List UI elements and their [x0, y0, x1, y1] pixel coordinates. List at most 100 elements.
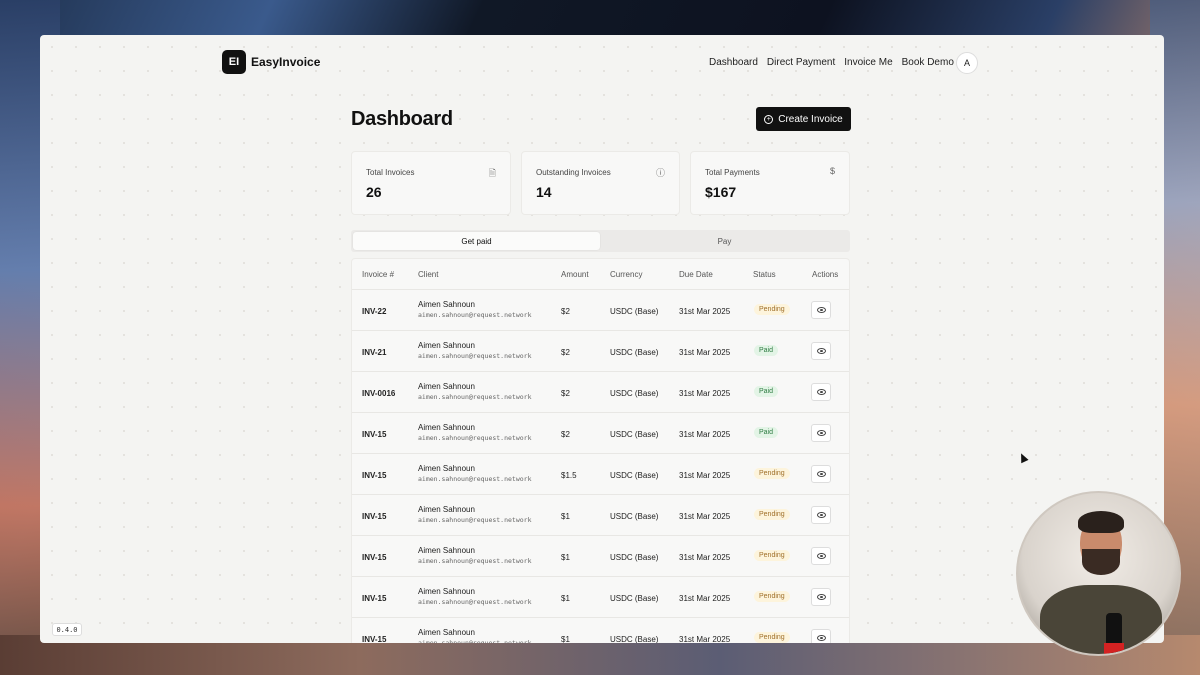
client-name: Aimen Sahnoun	[418, 505, 475, 514]
app-name[interactable]: EasyInvoice	[251, 55, 320, 69]
stat-value: 26	[366, 184, 382, 200]
avatar[interactable]: A	[956, 52, 978, 74]
table-row[interactable]: INV-21 Aimen Sahnoun aimen.sahnoun@request…	[352, 330, 849, 371]
status-badge: Pending	[754, 632, 790, 643]
presenter-beard	[1082, 549, 1120, 575]
client-email: aimen.sahnoun@request.network	[418, 475, 532, 483]
due-date: 31st Mar 2025	[679, 635, 731, 643]
column-header-due-date: Due Date	[679, 270, 713, 279]
due-date: 31st Mar 2025	[679, 430, 731, 439]
stat-card-total-payments: Total Payments $167 $	[690, 151, 850, 215]
status-badge: Pending	[754, 468, 790, 479]
client-name: Aimen Sahnoun	[418, 341, 475, 350]
eye-icon	[816, 553, 826, 559]
logo-icon[interactable]: EI	[222, 50, 246, 74]
client-name: Aimen Sahnoun	[418, 382, 475, 391]
eye-icon	[816, 389, 826, 395]
currency: USDC (Base)	[610, 635, 659, 643]
top-nav: EI EasyInvoice Dashboard Direct Payment …	[40, 35, 1164, 91]
eye-icon	[816, 307, 826, 313]
currency: USDC (Base)	[610, 553, 659, 562]
tabs: Get paid Pay	[351, 230, 850, 252]
table-row[interactable]: INV-0016 Aimen Sahnoun aimen.sahnoun@reque…	[352, 371, 849, 412]
invoice-number: INV-15	[362, 635, 387, 643]
client-name: Aimen Sahnoun	[418, 546, 475, 555]
view-invoice-button[interactable]	[811, 383, 831, 401]
nav-link-invoice-me[interactable]: Invoice Me	[844, 57, 892, 68]
table-row[interactable]: INV-15 Aimen Sahnoun aimen.sahnoun@request…	[352, 535, 849, 576]
tab-get-paid[interactable]: Get paid	[353, 232, 600, 250]
column-header-amount: Amount	[561, 270, 589, 279]
stat-value: $167	[705, 184, 737, 200]
table-row[interactable]: INV-15 Aimen Sahnoun aimen.sahnoun@request…	[352, 617, 849, 643]
table-row[interactable]: INV-15 Aimen Sahnoun aimen.sahnoun@request…	[352, 494, 849, 535]
amount: $1	[561, 553, 570, 562]
nav-link-book-demo[interactable]: Book Demo	[902, 57, 954, 68]
invoice-number: INV-21	[362, 348, 387, 357]
due-date: 31st Mar 2025	[679, 307, 731, 316]
amount: $2	[561, 307, 570, 316]
view-invoice-button[interactable]	[811, 465, 831, 483]
view-invoice-button[interactable]	[811, 506, 831, 524]
view-invoice-button[interactable]	[811, 301, 831, 319]
view-invoice-button[interactable]	[811, 342, 831, 360]
presenter-body	[1040, 585, 1162, 654]
nav-link-dashboard[interactable]: Dashboard	[709, 57, 758, 68]
currency: USDC (Base)	[610, 594, 659, 603]
eye-icon	[816, 348, 826, 354]
client-email: aimen.sahnoun@request.network	[418, 639, 532, 643]
amount: $2	[561, 430, 570, 439]
table-row[interactable]: INV-15 Aimen Sahnoun aimen.sahnoun@request…	[352, 576, 849, 617]
presenter-hair	[1078, 511, 1124, 533]
client-email: aimen.sahnoun@request.network	[418, 598, 532, 606]
eye-icon	[816, 512, 826, 518]
client-email: aimen.sahnoun@request.network	[418, 393, 532, 401]
invoice-number: INV-15	[362, 512, 387, 521]
amount: $2	[561, 348, 570, 357]
due-date: 31st Mar 2025	[679, 348, 731, 357]
status-badge: Pending	[754, 509, 790, 520]
eye-icon	[816, 471, 826, 477]
client-name: Aimen Sahnoun	[418, 423, 475, 432]
table-row[interactable]: INV-22 Aimen Sahnoun aimen.sahnoun@request…	[352, 289, 849, 330]
mouse-cursor-icon	[1017, 451, 1029, 464]
view-invoice-button[interactable]	[811, 424, 831, 442]
client-email: aimen.sahnoun@request.network	[418, 516, 532, 524]
column-header-actions: Actions	[812, 270, 839, 279]
client-email: aimen.sahnoun@request.network	[418, 434, 532, 442]
column-header-client: Client	[418, 270, 439, 279]
status-badge: Paid	[754, 427, 779, 438]
webcam-overlay	[1016, 491, 1181, 656]
column-header-currency: Currency	[610, 270, 643, 279]
column-header-invoice: Invoice #	[362, 270, 395, 279]
currency: USDC (Base)	[610, 307, 659, 316]
file-icon: 🗎	[488, 168, 496, 178]
status-badge: Paid	[754, 345, 779, 356]
create-invoice-button[interactable]: + Create Invoice	[756, 107, 851, 131]
view-invoice-button[interactable]	[811, 588, 831, 606]
amount: $1	[561, 594, 570, 603]
create-invoice-label: Create Invoice	[778, 113, 843, 125]
stat-value: 14	[536, 184, 552, 200]
nav-link-direct-payment[interactable]: Direct Payment	[767, 57, 835, 68]
table-row[interactable]: INV-15 Aimen Sahnoun aimen.sahnoun@request…	[352, 412, 849, 453]
invoice-number: INV-15	[362, 594, 387, 603]
amount: $1	[561, 635, 570, 643]
currency: USDC (Base)	[610, 389, 659, 398]
due-date: 31st Mar 2025	[679, 594, 731, 603]
nav-links: Dashboard Direct Payment Invoice Me Book…	[709, 57, 954, 68]
stat-label: Outstanding Invoices	[536, 168, 611, 177]
invoice-number: INV-15	[362, 553, 387, 562]
due-date: 31st Mar 2025	[679, 512, 731, 521]
tab-pay[interactable]: Pay	[601, 232, 848, 250]
dollar-icon: $	[829, 166, 835, 176]
invoice-table: Invoice # Client Amount Currency Due Dat…	[351, 258, 850, 643]
amount: $1	[561, 512, 570, 521]
invoice-number: INV-0016	[362, 389, 396, 398]
view-invoice-button[interactable]	[811, 629, 831, 643]
table-row[interactable]: INV-15 Aimen Sahnoun aimen.sahnoun@request…	[352, 453, 849, 494]
column-header-status: Status	[753, 270, 776, 279]
page-title: Dashboard	[351, 108, 453, 130]
view-invoice-button[interactable]	[811, 547, 831, 565]
browser-window: EI EasyInvoice Dashboard Direct Payment …	[40, 35, 1164, 643]
